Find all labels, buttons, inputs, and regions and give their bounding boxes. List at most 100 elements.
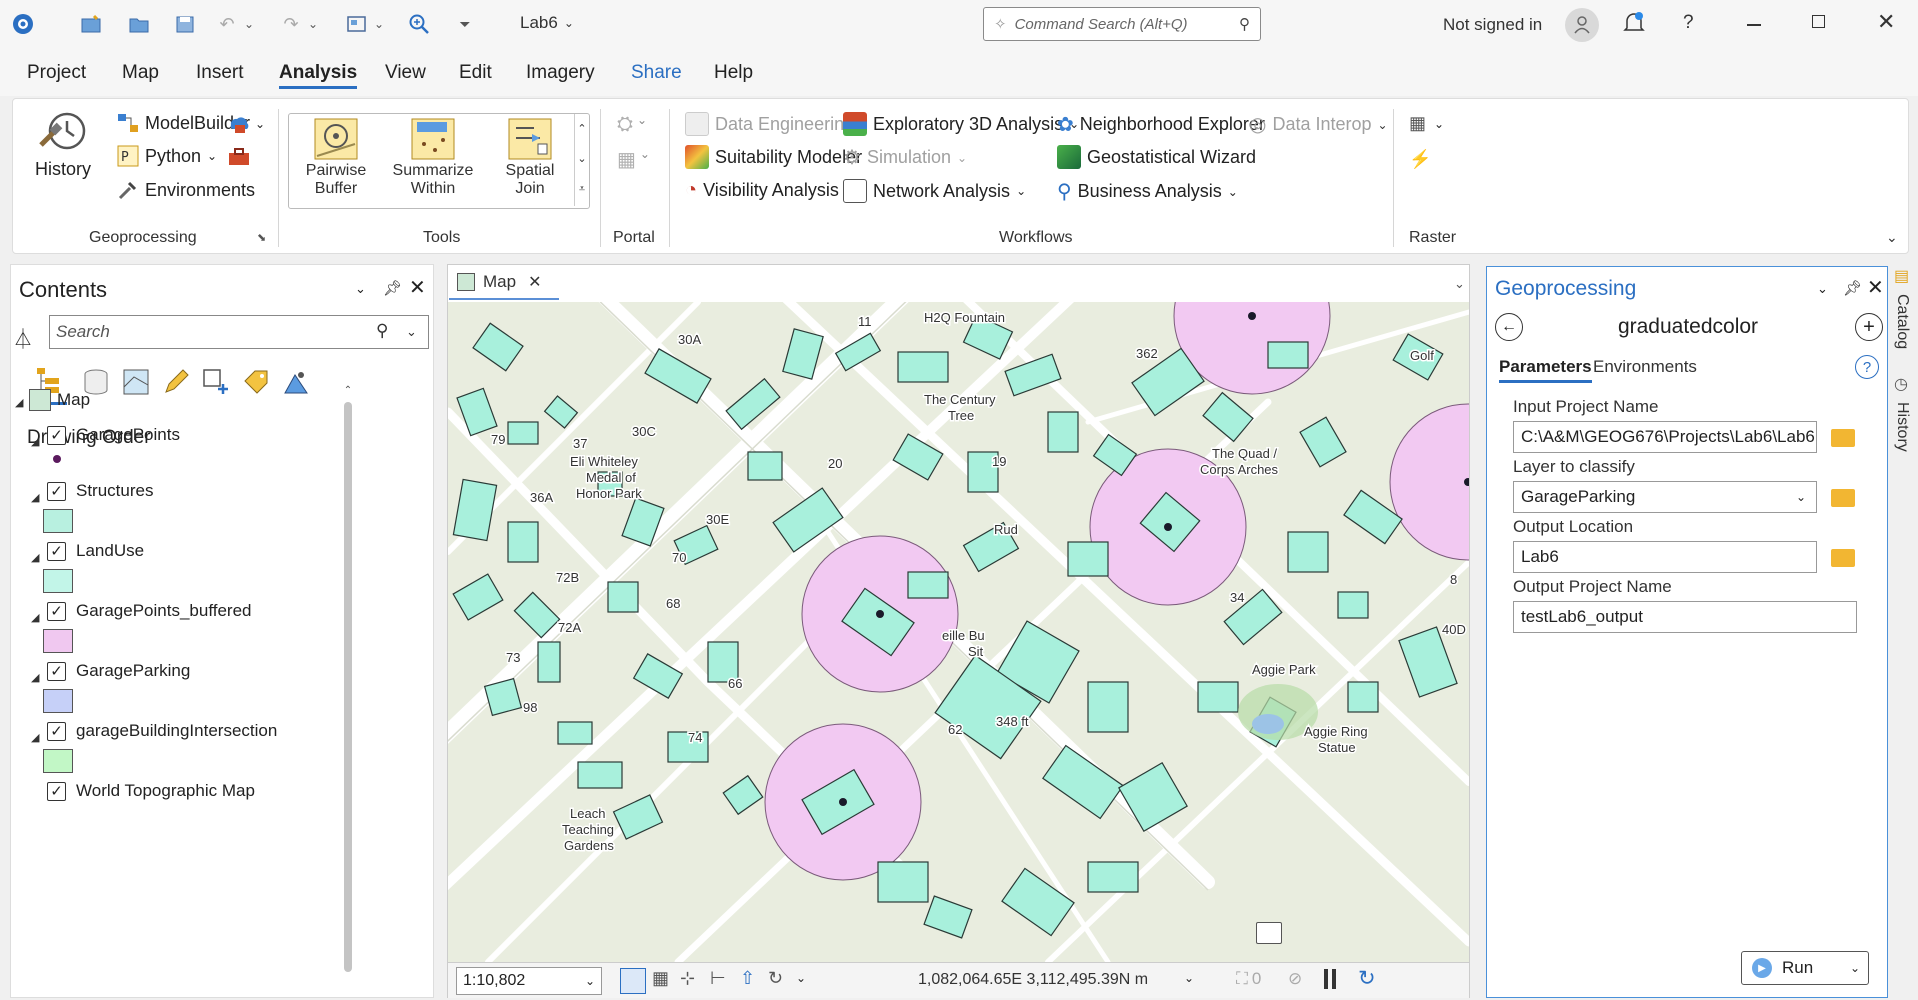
layer-garagepoints-buffered[interactable]: ✓ GaragePoints_buffered: [47, 601, 251, 621]
help-icon[interactable]: ?: [1855, 355, 1879, 379]
fixed-zoom-button[interactable]: [620, 968, 646, 994]
snapping-toggle-icon[interactable]: ⊹: [680, 968, 695, 989]
zoom-icon[interactable]: [406, 10, 432, 38]
garagepoints-buffered-expand-icon[interactable]: ◢: [31, 611, 39, 624]
view-tabs-dropdown-icon[interactable]: ⌄: [1454, 276, 1465, 292]
back-icon[interactable]: ←: [1495, 313, 1523, 341]
suitability-modeler-button[interactable]: Suitability Modeler: [685, 145, 862, 169]
exploratory-3d-button[interactable]: Exploratory 3D Analysis ⌄: [843, 112, 1079, 136]
close-window-button[interactable]: ✕: [1877, 9, 1895, 35]
output-project-field[interactable]: testLab6_output: [1513, 601, 1857, 633]
tab-project[interactable]: Project: [27, 62, 86, 84]
scroll-thumb[interactable]: [344, 402, 352, 972]
history-button[interactable]: History: [35, 109, 91, 180]
catalog-icon[interactable]: ▤: [1894, 266, 1909, 286]
simulation-button[interactable]: ⚙ Simulation ⌄: [843, 145, 967, 170]
tab-imagery[interactable]: Imagery: [526, 62, 595, 84]
collapse-ribbon-icon[interactable]: ⌄: [1886, 229, 1898, 246]
pairwise-buffer-tool[interactable]: Pairwise Buffer: [291, 116, 381, 206]
selected-features-count[interactable]: ⛶ 0: [1236, 969, 1261, 989]
tab-parameters[interactable]: Parameters: [1499, 357, 1592, 383]
summarize-within-tool[interactable]: Summarize Within: [385, 116, 481, 206]
garagepoints-expand-icon[interactable]: ◢: [31, 435, 39, 448]
pane-options-icon[interactable]: ⌄: [355, 281, 366, 297]
history-icon[interactable]: ◷: [1894, 374, 1908, 394]
list-by-editing-button[interactable]: [161, 367, 191, 400]
network-analysis-button[interactable]: Network Analysis ⌄: [843, 179, 1026, 203]
layout-icon[interactable]: [344, 10, 370, 38]
landuse-expand-icon[interactable]: ◢: [31, 551, 39, 564]
scale-selector[interactable]: 1:10,802 ⌄: [456, 967, 602, 995]
pane-options-icon[interactable]: ⌄: [1817, 281, 1828, 297]
visibility-analysis-button[interactable]: ◔ Visibility Analysis: [685, 179, 839, 202]
spatial-join-tool[interactable]: Spatial Join: [485, 116, 575, 206]
customize-toolbar-icon[interactable]: ⏷: [456, 10, 474, 38]
new-project-icon[interactable]: [78, 10, 104, 38]
tab-help[interactable]: Help: [714, 62, 753, 84]
layer-visibility-checkbox[interactable]: ✓: [47, 425, 66, 445]
tab-history[interactable]: History: [1893, 402, 1911, 452]
north-arrow-icon[interactable]: ⇧: [740, 968, 755, 989]
tab-environments[interactable]: Environments: [1593, 357, 1697, 377]
coordinate-format-dropdown-icon[interactable]: ⌄: [1184, 971, 1194, 985]
layer-garageparking[interactable]: ✓ GarageParking: [47, 661, 190, 681]
notification-bell-icon[interactable]: [1622, 10, 1646, 39]
list-by-labeling-button[interactable]: [241, 367, 271, 400]
layer-structures[interactable]: ✓ Structures: [47, 481, 153, 501]
pin-icon[interactable]: 📌︎: [1843, 279, 1862, 297]
tab-insert[interactable]: Insert: [196, 62, 244, 84]
browse-folder-icon[interactable]: [1831, 429, 1855, 447]
layer-to-classify-select[interactable]: GarageParking ⌄: [1513, 481, 1817, 513]
help-button[interactable]: ?: [1683, 12, 1694, 34]
gallery-down-icon[interactable]: ⌄: [575, 144, 589, 174]
layer-garagebuildingintersection[interactable]: ✓ garageBuildingIntersection: [47, 721, 277, 741]
project-name-dropdown[interactable]: Lab6 ⌄: [520, 13, 574, 33]
layer-world-topographic-map[interactable]: ✓ World Topographic Map: [47, 781, 255, 801]
pin-icon[interactable]: 📌︎: [383, 279, 402, 297]
undo-icon[interactable]: ↶: [216, 10, 238, 38]
user-avatar-icon[interactable]: [1565, 8, 1599, 42]
input-project-field[interactable]: C:\A&M\GEOG676\Projects\Lab6\Lab6: [1513, 421, 1817, 453]
environments-button[interactable]: Environments: [117, 179, 255, 201]
layer-visibility-checkbox[interactable]: ✓: [47, 481, 66, 501]
add-icon[interactable]: +: [1855, 313, 1883, 341]
portal-raster-button[interactable]: ▦ ⌄: [617, 147, 650, 172]
minimize-button[interactable]: [1747, 24, 1761, 26]
tools-dropdown-icon[interactable]: ⌄: [796, 971, 806, 985]
gallery-scroll[interactable]: ⌃ ⌄ ⩡: [574, 114, 589, 206]
tab-view[interactable]: View: [385, 62, 426, 84]
geostatistical-wizard-button[interactable]: Geostatistical Wizard: [1057, 145, 1256, 169]
signin-status[interactable]: Not signed in: [1443, 15, 1542, 35]
close-pane-icon[interactable]: ✕: [1867, 275, 1884, 300]
constraints-icon[interactable]: ⊢: [710, 968, 726, 989]
dialog-launcher-icon[interactable]: ⬊: [257, 231, 266, 244]
toolbox-button[interactable]: [227, 146, 251, 171]
list-by-perspective-imagery-button[interactable]: [281, 367, 311, 400]
rotate-icon[interactable]: ↻: [768, 968, 783, 989]
layer-garagepoints[interactable]: ✓ GaragePoints: [47, 425, 180, 445]
run-button[interactable]: ▶ Run ⌄: [1741, 951, 1869, 985]
layer-visibility-checkbox[interactable]: ✓: [47, 661, 66, 681]
data-engineering-button[interactable]: Data Engineering: [685, 112, 854, 136]
garageparking-expand-icon[interactable]: ◢: [31, 671, 39, 684]
layer-visibility-checkbox[interactable]: ✓: [47, 601, 66, 621]
close-pane-icon[interactable]: ✕: [409, 275, 426, 300]
undo-dropdown-icon[interactable]: ⌄: [242, 10, 256, 38]
pause-drawing-icon[interactable]: [1324, 969, 1328, 989]
tab-map[interactable]: Map: [122, 62, 159, 84]
business-analysis-button[interactable]: ⚲ Business Analysis ⌄: [1057, 179, 1238, 204]
raster-function-editor-button[interactable]: ⚡: [1409, 149, 1431, 170]
layer-visibility-checkbox[interactable]: ✓: [47, 541, 66, 561]
gallery-up-icon[interactable]: ⌃: [575, 114, 589, 144]
close-tab-icon[interactable]: ✕: [528, 272, 541, 292]
layer-landuse[interactable]: ✓ LandUse: [47, 541, 144, 561]
tab-share[interactable]: Share: [631, 62, 682, 84]
scroll-up-icon[interactable]: ⌃: [341, 385, 355, 396]
tab-catalog[interactable]: Catalog: [1893, 294, 1911, 349]
command-search-input[interactable]: ✧ Command Search (Alt+Q) ⚲: [983, 7, 1261, 41]
map-view-tab[interactable]: Map ✕: [449, 266, 559, 300]
tab-edit[interactable]: Edit: [459, 62, 492, 84]
output-location-field[interactable]: Lab6: [1513, 541, 1817, 573]
contents-search-input[interactable]: Search ⚲ ⌄: [49, 315, 429, 349]
gallery-expand-icon[interactable]: ⩡: [575, 174, 589, 204]
